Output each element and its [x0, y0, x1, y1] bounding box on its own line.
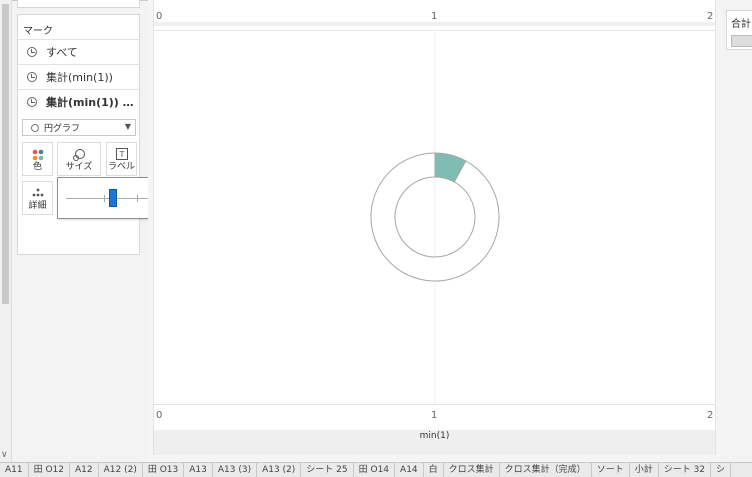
pie-clock-icon [27, 72, 37, 82]
sheet-tab[interactable]: 白 [424, 463, 444, 477]
top-axis: 0 1 2 [154, 0, 715, 26]
label-button[interactable]: T ラベル [106, 142, 137, 176]
legend-bar[interactable] [731, 35, 752, 47]
sheet-tab[interactable]: シート 25 [301, 463, 354, 477]
sheet-tab[interactable]: A12 [70, 463, 99, 477]
svg-text:T: T [118, 150, 124, 159]
marks-tab-label: 集計(min(1)) [46, 71, 113, 84]
detail-button-label: 詳細 [28, 201, 47, 211]
scroll-down-arrow-icon[interactable]: ∨ [1, 450, 8, 460]
sheet-tab[interactable]: A11 [0, 463, 29, 477]
color-button[interactable]: 色 [22, 142, 53, 176]
size-button[interactable]: サイズ [57, 142, 101, 176]
sheet-tab[interactable]: A12 (2) [99, 463, 143, 477]
axis-tick-label: 1 [431, 11, 438, 22]
mark-type-dropdown[interactable]: 円グラフ ▼ [22, 119, 136, 136]
marks-tab-label: すべて [46, 46, 78, 59]
sheet-tab[interactable]: A14 [395, 463, 424, 477]
slider-tick [137, 195, 138, 202]
sheet-tab[interactable]: ソート [592, 463, 630, 477]
left-scrollbar[interactable]: ∨ [0, 0, 12, 462]
sheet-tab[interactable]: シート 32 [659, 463, 712, 477]
sheet-tab[interactable]: 小計 [630, 463, 659, 477]
axis-tick-label: 0 [156, 410, 163, 421]
sheet-tab[interactable]: クロス集計 [444, 463, 500, 477]
chart-view: 0 1 2 0 1 2 min(1) [153, 0, 716, 455]
label-button-label: ラベル [107, 162, 135, 172]
sheet-tab[interactable]: A13 (2) [257, 463, 302, 477]
marks-tab-agg-2[interactable]: 集計(min(1)) … [18, 89, 139, 114]
axis-tick-label: 2 [707, 410, 714, 421]
previous-card-edge [17, 0, 140, 8]
axis-tick-label: 1 [431, 410, 438, 421]
scrollbar-thumb[interactable] [2, 4, 9, 304]
sheet-tab[interactable]: A13 (3) [213, 463, 258, 477]
view-area: 0 1 2 0 1 2 min(1) [148, 0, 721, 462]
mark-type-value: 円グラフ [44, 124, 81, 134]
sheet-tab[interactable]: シ [711, 463, 732, 477]
slider-tick [104, 195, 105, 202]
sheet-tab[interactable]: 田 O13 [143, 463, 185, 477]
size-slider-thumb[interactable] [108, 189, 117, 207]
marks-tab-agg-1[interactable]: 集計(min(1)) [18, 64, 139, 89]
legend-card: 合計 [726, 10, 752, 50]
pie-clock-icon [27, 47, 37, 57]
right-gutter [721, 0, 752, 462]
bottom-axis: 0 1 2 [154, 404, 715, 430]
detail-button[interactable]: 詳細 [22, 181, 53, 215]
legend-title: 合計 [731, 19, 751, 30]
pie-chart[interactable] [154, 30, 715, 404]
sheet-tab[interactable]: 田 O12 [29, 463, 71, 477]
pie-clock-icon [27, 97, 37, 107]
marks-tab-all[interactable]: すべて [18, 39, 139, 64]
axis-tick-label: 2 [707, 11, 714, 22]
marks-tab-label: 集計(min(1)) … [46, 96, 134, 109]
sheet-tab[interactable]: 田 O14 [354, 463, 396, 477]
sheet-tab[interactable]: クロス集計（完成） [500, 463, 592, 477]
chevron-down-icon: ▼ [124, 122, 131, 131]
sheet-tab-bar: A11 田 O12 A12 A12 (2) 田 O13 A13 A13 (3) A13 (2)… [0, 462, 752, 477]
color-button-label: 色 [32, 162, 42, 172]
pie-chart-icon [31, 123, 39, 132]
x-axis-title[interactable]: min(1) [154, 431, 715, 441]
size-button-label: サイズ [65, 162, 93, 172]
axis-tick-label: 0 [156, 11, 163, 22]
sheet-tab[interactable]: A13 [184, 463, 213, 477]
marks-card-title: マーク [23, 26, 53, 37]
